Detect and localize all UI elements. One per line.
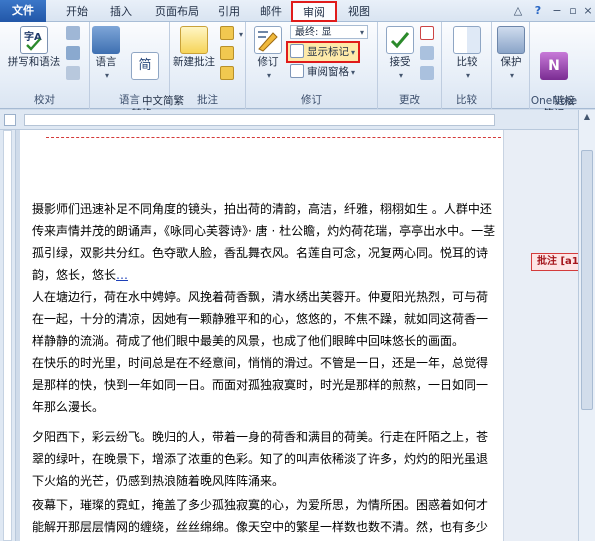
paragraph-1-text: 摄影师们迅速补足不同角度的镜头，拍出荷的清韵，高洁，纤雅，栩栩如生 。人群中还传… xyxy=(32,202,496,282)
comment-connector-line xyxy=(46,137,511,138)
language-button[interactable]: 语言 ▾ xyxy=(92,26,120,82)
window-restore-icon[interactable]: ▫ xyxy=(566,4,580,18)
tab-view[interactable]: 视图 xyxy=(342,2,376,21)
protect-button[interactable]: 保护 ▾ xyxy=(496,26,526,82)
next-comment-icon xyxy=(220,66,234,80)
ribbon: 字A 拼写和语法 校对 语言▾ 简 中文简繁 转换▾ 语言 新建批注 ▾ 批注 xyxy=(0,22,595,120)
help-icon[interactable]: ? xyxy=(531,4,545,18)
reject-button[interactable] xyxy=(420,26,437,42)
tab-selector-icon[interactable] xyxy=(4,114,16,126)
chinese-convert-icon: 简 xyxy=(131,52,159,80)
paragraph-2: 人在塘边行，荷在水中娉婷。风挽着荷香飘，清水绣出芙蓉开。仲夏阳光热烈，可与荷在一… xyxy=(32,290,489,348)
document-page[interactable]: 摄影师们迅速补足不同角度的镜头，拍出荷的清韵，高洁，纤雅，栩栩如生 。人群中还传… xyxy=(20,130,503,541)
group-label-changes: 更改 xyxy=(399,94,420,106)
next-comment-button[interactable] xyxy=(220,66,237,82)
compare-label: 比较 xyxy=(456,56,478,68)
vertical-scrollbar[interactable]: ▲ xyxy=(578,110,595,541)
accept-button[interactable]: 接受 ▾ xyxy=(382,26,418,82)
spelling-grammar-button[interactable]: 字A 拼写和语法 xyxy=(6,26,62,69)
minimize-ribbon-icon[interactable]: △ xyxy=(511,4,525,18)
language-label: 语言 xyxy=(95,56,117,68)
window-close-icon[interactable]: × xyxy=(581,4,595,18)
markup-area xyxy=(503,130,578,541)
previous-comment-icon xyxy=(220,46,234,60)
protect-label: 保护 xyxy=(500,56,522,68)
window-minimize-icon[interactable]: − xyxy=(550,4,564,18)
tab-home[interactable]: 开始 xyxy=(60,2,94,21)
group-label-compare: 比较 xyxy=(456,94,477,106)
group-compare: 比较 ▾ 比较 xyxy=(442,22,492,109)
scrollbar-thumb[interactable] xyxy=(581,150,593,410)
group-label-proofing: 校对 xyxy=(34,94,55,106)
track-changes-button[interactable]: 修订 ▾ xyxy=(250,26,286,82)
track-changes-label: 修订 xyxy=(257,56,279,68)
group-tracking: 修订 ▾ 最终: 显 ▾ 显示标记 ▾ 审阅窗格 ▾ 修订 xyxy=(246,22,378,109)
word-count-icon xyxy=(66,66,80,80)
reject-change-icon xyxy=(420,26,434,40)
thesaurus-button[interactable] xyxy=(66,46,83,62)
next-change-button[interactable] xyxy=(420,66,437,82)
accept-label: 接受 xyxy=(389,56,411,68)
new-comment-button[interactable]: 新建批注 xyxy=(172,26,216,69)
protect-icon xyxy=(497,26,525,54)
new-comment-icon xyxy=(180,26,208,54)
tab-mailings[interactable]: 邮件 xyxy=(254,2,288,21)
show-markup-label: 显示标记 xyxy=(307,46,349,58)
compare-button[interactable]: 比较 ▾ xyxy=(448,26,486,82)
show-markup-icon xyxy=(290,44,304,58)
new-comment-label: 新建批注 xyxy=(173,56,215,68)
previous-change-icon xyxy=(420,46,434,60)
paragraph-1: 摄影师们迅速补足不同角度的镜头，拍出荷的清韵，高洁，纤雅，栩栩如生 。人群中还传… xyxy=(32,198,497,286)
comment-balloon[interactable]: 批注 [a1]: xyxy=(531,253,578,271)
group-label-tracking: 修订 xyxy=(301,94,322,106)
spelling-grammar-label: 拼写和语法 xyxy=(7,56,61,68)
group-onenote: N 链接 笔记 OneNote xyxy=(530,22,578,120)
group-comments: 新建批注 ▾ 批注 xyxy=(170,22,246,109)
research-icon xyxy=(66,26,80,40)
previous-comment-button[interactable] xyxy=(220,46,237,62)
track-changes-icon xyxy=(254,26,282,54)
compare-icon xyxy=(453,26,481,54)
group-changes: 接受 ▾ 更改 xyxy=(378,22,442,109)
show-markup-button[interactable]: 显示标记 ▾ xyxy=(286,41,360,63)
group-language: 语言▾ 简 中文简繁 转换▾ 语言 xyxy=(90,22,184,120)
group-protect: 保护 ▾ xyxy=(492,22,530,109)
abc-check-icon: 字A xyxy=(20,26,48,54)
thesaurus-icon xyxy=(66,46,80,60)
tab-insert[interactable]: 插入 xyxy=(104,2,138,21)
research-button[interactable] xyxy=(66,26,83,42)
word-count-button[interactable] xyxy=(66,66,83,82)
group-label-language: 语言 xyxy=(119,94,140,106)
reviewing-pane-label: 审阅窗格 xyxy=(307,66,349,78)
paragraph-4: 夕阳西下，彩云纷飞。晚归的人，带着一身的荷香和满目的荷美。行走在阡陌之上，苍翠的… xyxy=(32,430,489,488)
reviewing-pane-icon xyxy=(290,64,304,78)
vertical-ruler[interactable] xyxy=(0,130,16,541)
horizontal-ruler[interactable] xyxy=(0,110,595,130)
ruler-strip xyxy=(24,114,495,126)
reviewing-pane-button[interactable]: 审阅窗格 ▾ xyxy=(290,64,355,80)
onenote-icon: N xyxy=(540,52,568,80)
paragraph-3: 在快乐的时光里，时间总是在不经意间，悄悄的滑过。不管是一日，还是一年，总觉得是那… xyxy=(32,356,489,414)
scroll-up-icon[interactable]: ▲ xyxy=(581,112,593,124)
display-for-review-dropdown[interactable]: 最终: 显 ▾ xyxy=(290,25,368,39)
display-for-review-value: 最终: 显 xyxy=(295,27,332,38)
tab-page-layout[interactable]: 页面布局 xyxy=(148,2,206,21)
accept-change-icon xyxy=(386,26,414,54)
group-label-comments: 批注 xyxy=(197,94,218,106)
vertical-ruler-strip xyxy=(3,130,12,541)
tab-file[interactable]: 文件 xyxy=(0,0,46,22)
language-icon xyxy=(92,26,120,54)
tab-references[interactable]: 引用 xyxy=(212,2,246,21)
delete-comment-icon xyxy=(220,26,234,40)
group-proofing: 字A 拼写和语法 校对 xyxy=(0,22,90,109)
group-label-onenote: OneNote xyxy=(530,95,578,107)
ribbon-tab-bar: 文件 开始 插入 页面布局 引用 邮件 审阅 视图 △ ? − ▫ × xyxy=(0,0,595,22)
previous-change-button[interactable] xyxy=(420,46,437,62)
next-change-icon xyxy=(420,66,434,80)
comment-anchor[interactable]: … xyxy=(116,268,128,282)
tab-review[interactable]: 审阅 xyxy=(291,1,337,22)
paragraph-5: 夜幕下，璀璨的霓虹，掩盖了多少孤独寂寞的心，为爱所思，为情所困。困惑着如何才能解… xyxy=(32,498,489,534)
delete-comment-button[interactable]: ▾ xyxy=(220,26,243,42)
